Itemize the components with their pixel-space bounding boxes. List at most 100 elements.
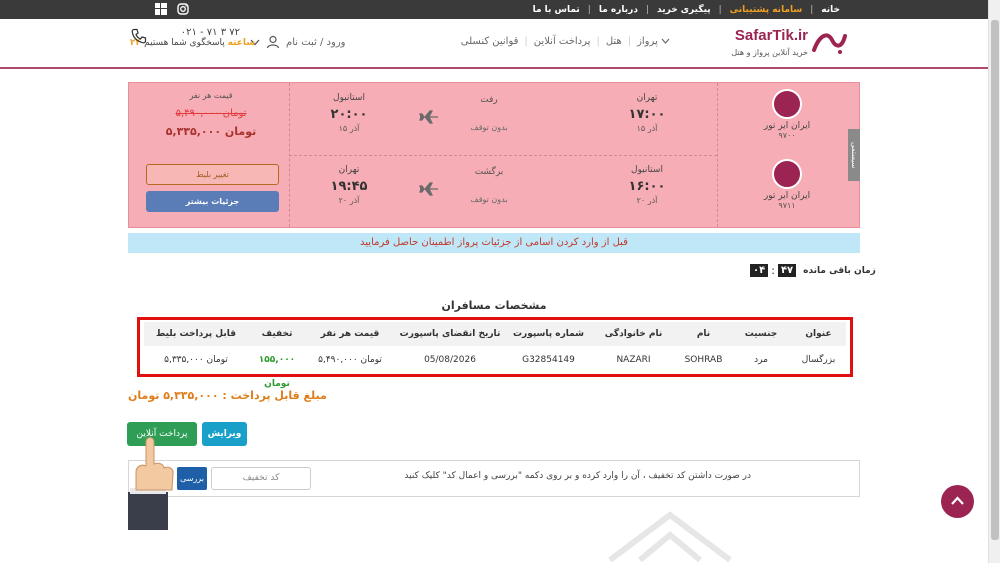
top-menu-track[interactable]: پیگیری خرید <box>649 5 719 15</box>
top-menu-contact[interactable]: تماس با ما <box>525 5 588 15</box>
logo-tagline: خرید آنلاین پرواز و هتل <box>731 48 808 57</box>
price-box: قیمت هر نفر ۵,۴۹۰,۰۰۰ تومان ۵,۳۳۵,۰۰۰ تو… <box>141 91 281 138</box>
airline-logo-icon <box>772 89 802 119</box>
column-header: تخفیف <box>261 329 293 339</box>
instagram-icon[interactable] <box>177 3 189 15</box>
arrival-city: تهران <box>338 165 360 175</box>
column-header: عنوان <box>805 329 832 339</box>
route-stops: بدون توقف <box>470 123 508 132</box>
column-header: جنسیت <box>744 329 778 339</box>
flight-number: ۹۷۱۱ <box>778 201 796 210</box>
old-price: ۵,۴۹۰,۰۰۰ تومان <box>175 108 247 119</box>
column-header: قیمت هر نفر <box>320 329 380 339</box>
divider <box>717 83 718 227</box>
departure-time: ۱۶:۰۰ <box>628 179 666 194</box>
airline-logo-icon <box>772 159 802 189</box>
departure-date: ۲۰ آذر <box>636 196 658 205</box>
account-area: ورود / ثبت نام <box>250 35 346 49</box>
table-header: عنوان جنسیت نام نام خانوادگی شماره پاسپو… <box>144 322 846 346</box>
scrollbar-thumb[interactable] <box>991 20 999 540</box>
timer-minutes: ۴۷ <box>777 264 797 277</box>
departure-time: ۱۷:۰۰ <box>628 107 666 122</box>
arrival-return: تهران ۱۹:۴۵ ۲۰ آذر <box>319 165 379 205</box>
top-bar: خانه | سامانه پشتیبانی | پیگیری خرید | د… <box>0 0 988 19</box>
airplane-icon <box>419 110 438 124</box>
table-cell: مرد <box>754 355 768 365</box>
table-cell: NAZARI <box>616 355 651 365</box>
table-cell: ۵,۴۹۰,۰۰۰ تومان <box>318 355 382 365</box>
table-cell: 05/08/2026 <box>424 355 476 365</box>
price-label: قیمت هر نفر <box>189 91 233 100</box>
column-header: نام خانوادگی <box>604 329 663 339</box>
system-side-tab[interactable]: سیستمی <box>848 129 860 181</box>
change-ticket-button[interactable]: تغییر بلیط <box>146 164 279 185</box>
route-stops: بدون توقف <box>470 195 508 204</box>
departure-date: ۱۵ آذر <box>636 124 658 133</box>
departure-outbound: تهران ۱۷:۰۰ ۱۵ آذر <box>617 93 677 133</box>
nav-cancel-rules[interactable]: قوانین کنسلی <box>455 36 525 47</box>
logo-brand: SafarTik.ir <box>734 27 808 44</box>
arrival-outbound: استانبول ۲۰:۰۰ ۱۵ آذر <box>319 93 379 133</box>
nav-hotel[interactable]: هتل <box>600 36 628 47</box>
total-payable: مبلغ قابل پرداخت : ۵,۳۳۵,۰۰۰ تومان <box>128 389 327 402</box>
pointing-hand-icon <box>128 437 174 530</box>
nav-flight-label: پرواز <box>637 36 658 47</box>
site-logo[interactable]: SafarTik.ir خرید آنلاین پرواز و هتل <box>731 24 848 64</box>
site-header: SafarTik.ir خرید آنلاین پرواز و هتل پروا… <box>0 19 988 69</box>
timer-label: زمان باقی مانده <box>803 265 876 276</box>
flight-card: ایران ایر تور ۹۷۰۰ تهران ۱۷:۰۰ ۱۵ آذر رف… <box>128 82 860 228</box>
nav-online-payment[interactable]: پرداخت آنلاین <box>528 36 597 47</box>
chevron-up-icon <box>951 496 964 505</box>
airplane-icon <box>419 182 438 196</box>
coupon-input[interactable]: کد تخفیف <box>211 467 311 490</box>
watermark-icon <box>608 511 732 563</box>
airline-return: ایران ایر تور ۹۷۱۱ <box>747 159 827 210</box>
table-cell: بزرگسال <box>801 355 836 365</box>
arrival-time: ۲۰:۰۰ <box>330 107 368 122</box>
more-details-button[interactable]: جزئیات بیشتر <box>146 191 279 212</box>
main-nav: پرواز | هتل | پرداخت آنلاین | قوانین کنس… <box>455 36 676 47</box>
phone-icon <box>131 28 147 44</box>
logo-mark-icon <box>812 33 847 54</box>
table-cell: G32854149 <box>522 355 575 365</box>
table-cell: SOHRAB <box>684 355 723 365</box>
top-menu-support[interactable]: سامانه پشتیبانی <box>722 5 811 15</box>
divider <box>289 155 717 156</box>
edit-button[interactable]: ویرایش <box>202 422 247 446</box>
chevron-down-icon <box>661 38 670 44</box>
top-menu-home[interactable]: خانه <box>813 5 848 15</box>
flight-number: ۹۷۰۰ <box>778 131 796 140</box>
column-header: تاریخ انقضای پاسپورت <box>399 329 501 339</box>
passengers-title: مشخصات مسافران <box>441 299 547 312</box>
countdown-timer: ۰۴ : ۴۷ زمان باقی مانده <box>750 264 876 277</box>
table-cell: ۱۵۵,۰۰۰ تومان <box>258 355 296 389</box>
table-cell: ۵,۳۳۵,۰۰۰ تومان <box>164 355 228 365</box>
arrival-time: ۱۹:۴۵ <box>330 179 368 194</box>
scroll-to-top-button[interactable] <box>941 485 974 518</box>
route-direction: برگشت <box>474 167 504 177</box>
support-hours-text: پاسخگوی شما هستیم <box>144 38 228 48</box>
airline-outbound: ایران ایر تور ۹۷۰۰ <box>747 89 827 140</box>
route-return: برگشت بدون توقف <box>419 167 559 204</box>
airline-name: ایران ایر تور <box>763 121 811 131</box>
nav-flight[interactable]: پرواز <box>631 36 676 47</box>
column-header: شماره پاسپورت <box>512 329 585 339</box>
coupon-section: در صورت داشتن کد تخفیف ، آن را وارد کرده… <box>128 460 860 497</box>
coupon-instructions: در صورت داشتن کد تخفیف ، آن را وارد کرده… <box>404 471 751 481</box>
column-header: نام <box>696 329 711 339</box>
departure-city: استانبول <box>631 165 663 175</box>
column-header: قابل پرداخت بلیط <box>155 329 236 339</box>
login-register-link[interactable]: ورود / ثبت نام <box>286 37 346 48</box>
windows-icon[interactable] <box>155 3 167 15</box>
page-scrollbar[interactable] <box>988 0 1000 563</box>
airline-name: ایران ایر تور <box>763 191 811 201</box>
timer-seconds: ۰۴ <box>750 264 769 277</box>
user-icon[interactable] <box>266 35 280 49</box>
arrival-date: ۱۵ آذر <box>338 124 360 133</box>
top-menu-about[interactable]: درباره ما <box>591 5 646 15</box>
new-price: ۵,۳۳۵,۰۰۰ تومان <box>165 125 257 138</box>
arrival-date: ۲۰ آذر <box>338 196 360 205</box>
passengers-table: عنوان جنسیت نام نام خانوادگی شماره پاسپو… <box>137 317 853 389</box>
table-row: بزرگسال مرد SOHRAB NAZARI G32854149 05/0… <box>144 348 846 389</box>
notice-banner: قبل از وارد کردن اسامی از جزئیات پرواز ا… <box>128 233 860 253</box>
